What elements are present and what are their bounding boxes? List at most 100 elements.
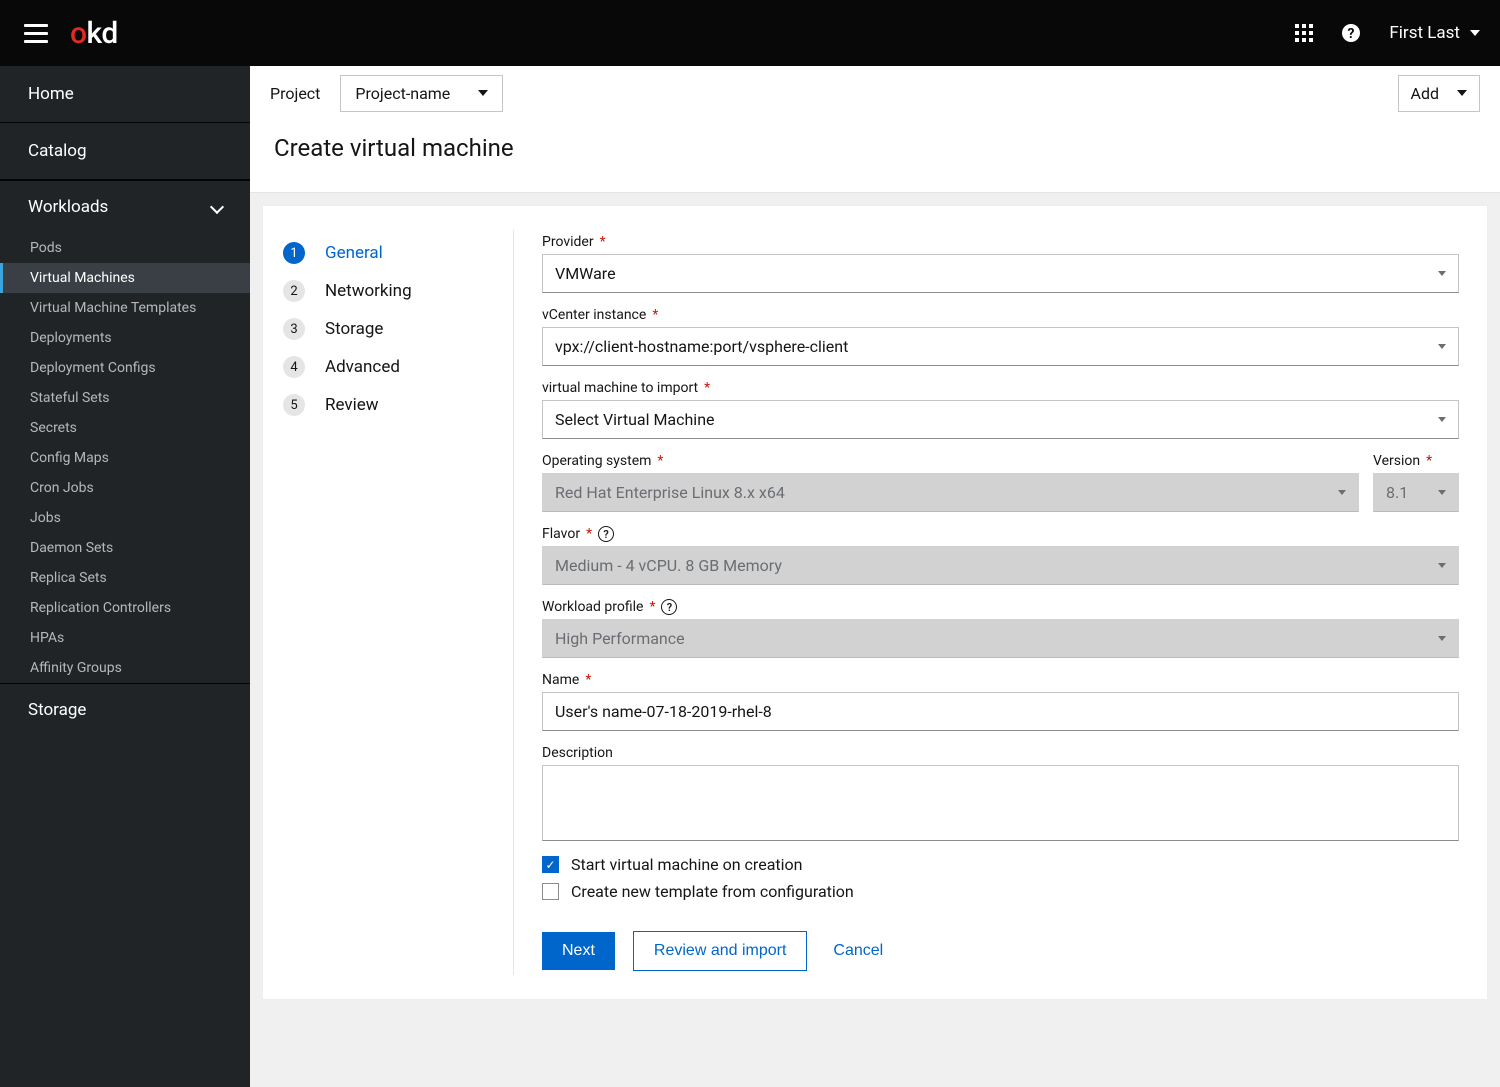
caret-down-icon bbox=[1470, 30, 1480, 36]
sidebar-item-secrets[interactable]: Secrets bbox=[0, 413, 250, 443]
wizard-step-review[interactable]: 5 Review bbox=[283, 386, 493, 424]
vcenter-value: vpx://client-hostname:port/vsphere-clien… bbox=[555, 337, 848, 356]
wizard-step-networking[interactable]: 2 Networking bbox=[283, 272, 493, 310]
description-label: Description bbox=[542, 745, 1459, 761]
sidebar-item-replication-controllers[interactable]: Replication Controllers bbox=[0, 593, 250, 623]
help-icon[interactable]: ? bbox=[598, 526, 614, 542]
sidebar-item-stateful-sets[interactable]: Stateful Sets bbox=[0, 383, 250, 413]
sidebar-item-catalog[interactable]: Catalog bbox=[0, 123, 250, 180]
flavor-label: Flavor* ? bbox=[542, 526, 1459, 542]
workload-value: High Performance bbox=[555, 629, 685, 648]
app-launcher-icon[interactable] bbox=[1295, 24, 1313, 42]
os-label: Operating system* bbox=[542, 453, 1359, 469]
project-select-value: Project-name bbox=[355, 84, 450, 103]
next-button[interactable]: Next bbox=[542, 932, 615, 970]
vm-import-select[interactable]: Select Virtual Machine bbox=[542, 400, 1459, 439]
brand-logo: okd bbox=[70, 16, 118, 51]
page-title-wrap: Create virtual machine bbox=[250, 120, 1500, 193]
name-input[interactable]: User's name-07-18-2019-rhel-8 bbox=[542, 692, 1459, 731]
wizard-form: Provider* VMWare vCenter instance* vpx:/… bbox=[514, 206, 1487, 999]
add-button[interactable]: Add bbox=[1398, 75, 1480, 112]
flavor-value: Medium - 4 vCPU. 8 GB Memory bbox=[555, 556, 782, 575]
top-header: okd ? First Last bbox=[0, 0, 1500, 66]
page-title: Create virtual machine bbox=[274, 134, 1476, 162]
caret-down-icon bbox=[1438, 490, 1446, 495]
checkbox-label: Create new template from configuration bbox=[571, 882, 854, 901]
user-menu[interactable]: First Last bbox=[1389, 23, 1480, 43]
help-icon[interactable]: ? bbox=[1341, 23, 1361, 43]
top-header-left: okd bbox=[24, 16, 118, 51]
sidebar-item-hpas[interactable]: HPAs bbox=[0, 623, 250, 653]
sidebar-nav: Home Catalog Workloads Pods Virtual Mach… bbox=[0, 66, 250, 1087]
wizard-steps: 1 General 2 Networking 3 Storage 4 Advan… bbox=[263, 206, 513, 999]
caret-down-icon bbox=[1438, 344, 1446, 349]
provider-value: VMWare bbox=[555, 264, 616, 283]
version-label: Version* bbox=[1373, 453, 1459, 469]
sidebar-section-storage[interactable]: Storage bbox=[0, 684, 250, 736]
svg-text:?: ? bbox=[1348, 26, 1355, 42]
top-header-right: ? First Last bbox=[1295, 23, 1480, 43]
checkbox-icon bbox=[542, 856, 559, 873]
menu-toggle-button[interactable] bbox=[24, 21, 48, 45]
sidebar-item-vm-templates[interactable]: Virtual Machine Templates bbox=[0, 293, 250, 323]
sidebar-item-virtual-machines[interactable]: Virtual Machines bbox=[0, 263, 250, 293]
content-area: 1 General 2 Networking 3 Storage 4 Advan… bbox=[250, 193, 1500, 1087]
add-button-label: Add bbox=[1411, 84, 1439, 103]
caret-down-icon bbox=[478, 90, 488, 96]
wizard-step-storage[interactable]: 3 Storage bbox=[283, 310, 493, 348]
project-bar-left: Project Project-name bbox=[270, 75, 503, 112]
logo-o: o bbox=[70, 16, 87, 51]
sidebar-item-deployments[interactable]: Deployments bbox=[0, 323, 250, 353]
sidebar-item-daemon-sets[interactable]: Daemon Sets bbox=[0, 533, 250, 563]
wizard-step-label: Storage bbox=[325, 319, 383, 339]
sidebar-item-pods[interactable]: Pods bbox=[0, 233, 250, 263]
workload-select[interactable]: High Performance bbox=[542, 619, 1459, 658]
wizard-step-label: Advanced bbox=[325, 357, 400, 377]
logo-kd: kd bbox=[87, 16, 118, 51]
os-select[interactable]: Red Hat Enterprise Linux 8.x x64 bbox=[542, 473, 1359, 512]
wizard-step-label: Networking bbox=[325, 281, 412, 301]
flavor-select[interactable]: Medium - 4 vCPU. 8 GB Memory bbox=[542, 546, 1459, 585]
project-select[interactable]: Project-name bbox=[340, 75, 503, 112]
checkbox-create-template[interactable]: Create new template from configuration bbox=[542, 882, 1459, 901]
sidebar-item-home[interactable]: Home bbox=[0, 66, 250, 123]
name-value: User's name-07-18-2019-rhel-8 bbox=[555, 702, 772, 721]
checkbox-start-vm[interactable]: Start virtual machine on creation bbox=[542, 855, 1459, 874]
wizard-card: 1 General 2 Networking 3 Storage 4 Advan… bbox=[262, 205, 1488, 1000]
help-icon[interactable]: ? bbox=[661, 599, 677, 615]
caret-down-icon bbox=[1438, 417, 1446, 422]
version-select[interactable]: 8.1 bbox=[1373, 473, 1459, 512]
project-bar: Project Project-name Add bbox=[250, 66, 1500, 120]
user-name: First Last bbox=[1389, 23, 1460, 43]
review-import-button[interactable]: Review and import bbox=[633, 931, 808, 971]
sidebar-section-label: Storage bbox=[28, 700, 86, 720]
sidebar-item-replica-sets[interactable]: Replica Sets bbox=[0, 563, 250, 593]
caret-down-icon bbox=[1457, 90, 1467, 96]
provider-label: Provider* bbox=[542, 234, 1459, 250]
vcenter-select[interactable]: vpx://client-hostname:port/vsphere-clien… bbox=[542, 327, 1459, 366]
sidebar-item-config-maps[interactable]: Config Maps bbox=[0, 443, 250, 473]
vm-import-label: virtual machine to import* bbox=[542, 380, 1459, 396]
name-label: Name* bbox=[542, 672, 1459, 688]
wizard-step-advanced[interactable]: 4 Advanced bbox=[283, 348, 493, 386]
wizard-step-label: General bbox=[325, 243, 383, 263]
provider-select[interactable]: VMWare bbox=[542, 254, 1459, 293]
vcenter-label: vCenter instance* bbox=[542, 307, 1459, 323]
workload-label: Workload profile* ? bbox=[542, 599, 1459, 615]
sidebar-item-affinity-groups[interactable]: Affinity Groups bbox=[0, 653, 250, 683]
caret-down-icon bbox=[1338, 490, 1346, 495]
sidebar-section-label: Workloads bbox=[28, 197, 108, 217]
sidebar-section-workloads[interactable]: Workloads bbox=[0, 180, 250, 233]
project-label: Project bbox=[270, 84, 320, 103]
version-value: 8.1 bbox=[1386, 483, 1408, 502]
wizard-step-label: Review bbox=[325, 395, 379, 415]
sidebar-item-jobs[interactable]: Jobs bbox=[0, 503, 250, 533]
cancel-button[interactable]: Cancel bbox=[825, 932, 891, 970]
sidebar-item-cron-jobs[interactable]: Cron Jobs bbox=[0, 473, 250, 503]
caret-down-icon bbox=[1438, 636, 1446, 641]
wizard-step-general[interactable]: 1 General bbox=[283, 234, 493, 272]
description-textarea[interactable] bbox=[542, 765, 1459, 841]
main-content: Project Project-name Add Create virtual … bbox=[250, 66, 1500, 1087]
sidebar-item-deployment-configs[interactable]: Deployment Configs bbox=[0, 353, 250, 383]
wizard-button-row: Next Review and import Cancel bbox=[542, 931, 1459, 971]
